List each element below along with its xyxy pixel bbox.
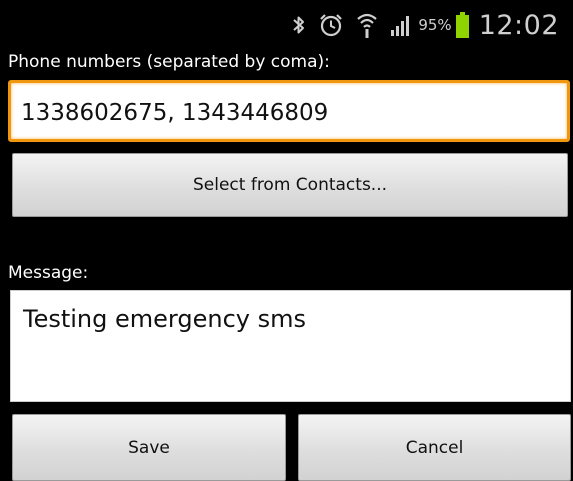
clock: 12:02 [478, 9, 559, 41]
bluetooth-icon [292, 13, 306, 37]
phone-numbers-input[interactable]: 1338602675, 1343446809 [8, 80, 570, 142]
status-bar: 95% 12:02 [0, 0, 573, 50]
cancel-button-label: Cancel [405, 437, 464, 458]
battery-icon [455, 12, 469, 38]
select-from-contacts-button[interactable]: Select from Contacts... [12, 153, 568, 217]
message-input[interactable]: Testing emergency sms [10, 290, 571, 402]
save-button-label: Save [128, 437, 170, 458]
cancel-button[interactable]: Cancel [298, 414, 571, 481]
wifi-icon [356, 12, 378, 38]
alarm-icon [318, 12, 344, 38]
battery-percent: 95% [418, 16, 452, 34]
phone-numbers-label: Phone numbers (separated by coma): [8, 52, 330, 72]
save-button[interactable]: Save [12, 414, 286, 481]
message-label: Message: [8, 263, 89, 283]
signal-icon [390, 14, 412, 36]
select-from-contacts-label: Select from Contacts... [192, 175, 388, 195]
